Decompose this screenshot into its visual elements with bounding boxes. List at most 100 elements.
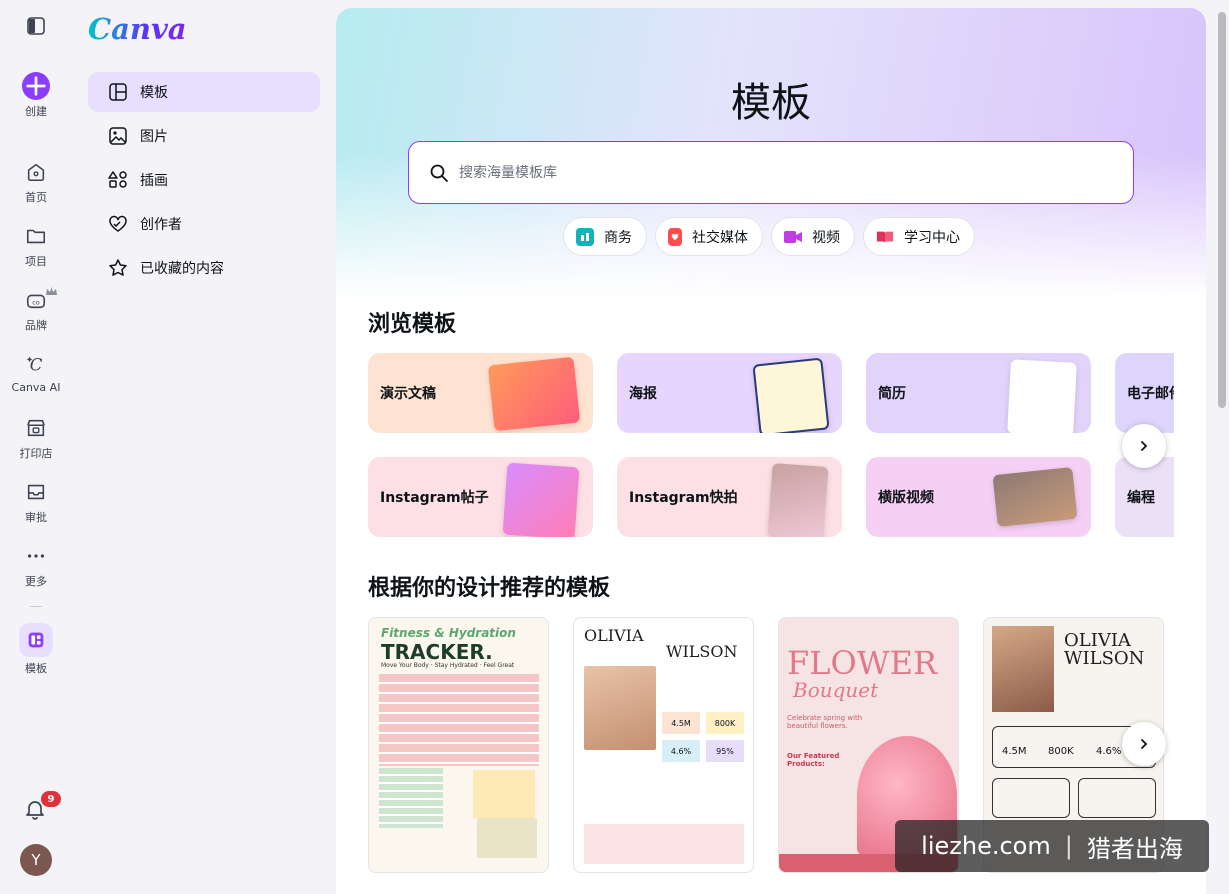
stat-value: 4.5M [1002, 746, 1027, 757]
search-box[interactable] [408, 141, 1134, 204]
notification-badge: 9 [41, 791, 61, 807]
stat-box: 4.6% [662, 740, 700, 762]
canva-ai-label: Canva AI [11, 381, 61, 394]
brand-label: 品牌 [25, 319, 47, 332]
stat-value: 800K [1048, 746, 1074, 757]
more-dots-icon [22, 542, 50, 570]
panel-item-photos[interactable]: 图片 [88, 116, 320, 156]
scrollbar[interactable] [1215, 0, 1229, 894]
canva-logo[interactable]: Canva [88, 12, 187, 46]
svg-text:co: co [32, 299, 40, 307]
sidebar-toggle-icon[interactable] [26, 16, 46, 40]
browse-section-title: 浏览模板 [368, 312, 457, 337]
template-sub: TRACKER. [381, 640, 493, 664]
card-label: 电子邮件 [1127, 386, 1174, 402]
watermark: liezhe.com | 猎者出海 [895, 820, 1209, 872]
main-content: 模板 商务 社交媒体 视频 学习中心 浏览模板 演示文稿 海报 [336, 8, 1206, 894]
category-card-presentation[interactable]: 演示文稿 [368, 353, 593, 433]
category-card-instagram-story[interactable]: Instagram快拍 [617, 457, 842, 537]
rail-templates[interactable]: 模板 [0, 623, 72, 676]
svg-text:C: C [30, 355, 43, 374]
note-paper-2 [477, 818, 537, 858]
layout-icon [109, 83, 127, 101]
presentation-thumbnail [487, 356, 581, 432]
browse-row-2: Instagram帖子 Instagram快拍 横版视频 编程 [368, 457, 1174, 537]
recommended-section-title: 根据你的设计推荐的模板 [368, 576, 611, 601]
template-card-fitness[interactable]: Fitness & Hydration TRACKER. Move Your B… [368, 617, 549, 873]
chip-label: 商务 [604, 229, 632, 246]
panel-item-label: 模板 [140, 85, 168, 101]
category-card-poster[interactable]: 海报 [617, 353, 842, 433]
rail-divider [30, 606, 42, 607]
panel-item-starred[interactable]: 已收藏的内容 [88, 248, 320, 288]
card-label: 演示文稿 [380, 386, 436, 402]
chip-business[interactable]: 商务 [563, 217, 647, 256]
star-icon [109, 259, 127, 276]
template-heading: FLOWER [787, 644, 938, 682]
rail-home[interactable]: 首页 [0, 158, 72, 205]
template-card-olivia-beauty[interactable]: OLIVIA WILSON 4.5M 800K 4.6% 95% [573, 617, 754, 873]
panel-item-illustrations[interactable]: 插画 [88, 160, 320, 200]
tracker-table [379, 674, 539, 766]
panel-item-templates[interactable]: 模板 [88, 72, 320, 112]
rail-print[interactable]: 打印店 [0, 414, 72, 461]
crown-icon [45, 282, 58, 301]
template-heading: Fitness & Hydration [381, 626, 516, 640]
stat-box: 95% [706, 740, 744, 762]
print-label: 打印店 [19, 447, 53, 460]
chevron-right-icon [1141, 441, 1148, 451]
category-card-coding[interactable]: 编程 [1115, 457, 1174, 537]
template-sub: Bouquet [793, 678, 879, 702]
card-label: Instagram帖子 [380, 490, 489, 506]
portrait-photo [992, 626, 1054, 712]
card-label: 编程 [1127, 490, 1155, 506]
plus-icon [22, 72, 50, 100]
briefcase-icon [576, 227, 594, 246]
chip-video[interactable]: 视频 [771, 217, 855, 256]
shapes-icon [108, 171, 127, 188]
panel-item-label: 图片 [140, 129, 168, 145]
template-featured: Our Featured Products: [787, 752, 840, 768]
watermark-right: 猎者出海 [1086, 834, 1183, 863]
video-camera-icon [784, 228, 802, 246]
panel-item-creators[interactable]: 创作者 [88, 204, 320, 244]
folder-icon [22, 222, 50, 250]
scrollbar-thumb[interactable] [1218, 12, 1226, 408]
chip-social-media[interactable]: 社交媒体 [655, 217, 763, 256]
portrait-photo [584, 666, 656, 750]
rail-more[interactable]: 更多 [0, 542, 72, 589]
rail-canva-ai[interactable]: C Canva AI [0, 350, 72, 394]
rail-projects[interactable]: 项目 [0, 222, 72, 269]
create-button[interactable]: 创建 [0, 72, 72, 119]
search-input[interactable] [459, 164, 1059, 181]
category-card-landscape-video[interactable]: 横版视频 [866, 457, 1091, 537]
category-chips: 商务 社交媒体 视频 学习中心 [563, 217, 975, 256]
water-table [379, 768, 443, 828]
browse-next-button[interactable] [1122, 424, 1166, 468]
heart-icon [109, 215, 127, 232]
store-icon [22, 414, 50, 442]
search-icon [430, 164, 448, 182]
contact-box [1078, 778, 1156, 818]
category-card-email[interactable]: 电子邮件 [1115, 353, 1174, 433]
recommended-next-button[interactable] [1122, 722, 1166, 766]
card-label: Instagram快拍 [629, 490, 738, 506]
rail-approval[interactable]: 审批 [0, 478, 72, 525]
social-heart-icon [668, 227, 682, 246]
category-card-resume[interactable]: 简历 [866, 353, 1091, 433]
create-label: 创建 [25, 105, 47, 118]
avatar[interactable]: Y [20, 844, 52, 876]
template-heading: OLIVIA [584, 626, 644, 645]
canva-ai-icon: C [22, 350, 50, 378]
card-label: 海报 [629, 386, 657, 402]
template-tagline: Move Your Body · Stay Hydrated · Feel Gr… [381, 662, 515, 669]
category-card-instagram-post[interactable]: Instagram帖子 [368, 457, 593, 537]
note-paper [473, 770, 535, 818]
templates-icon [19, 623, 53, 657]
collab-strip [584, 824, 744, 864]
chip-learning[interactable]: 学习中心 [863, 217, 975, 256]
templates-label: 模板 [25, 662, 47, 675]
more-label: 更多 [25, 575, 47, 588]
rail-brand[interactable]: co 品牌 [0, 286, 72, 333]
watermark-separator: | [1064, 832, 1073, 860]
